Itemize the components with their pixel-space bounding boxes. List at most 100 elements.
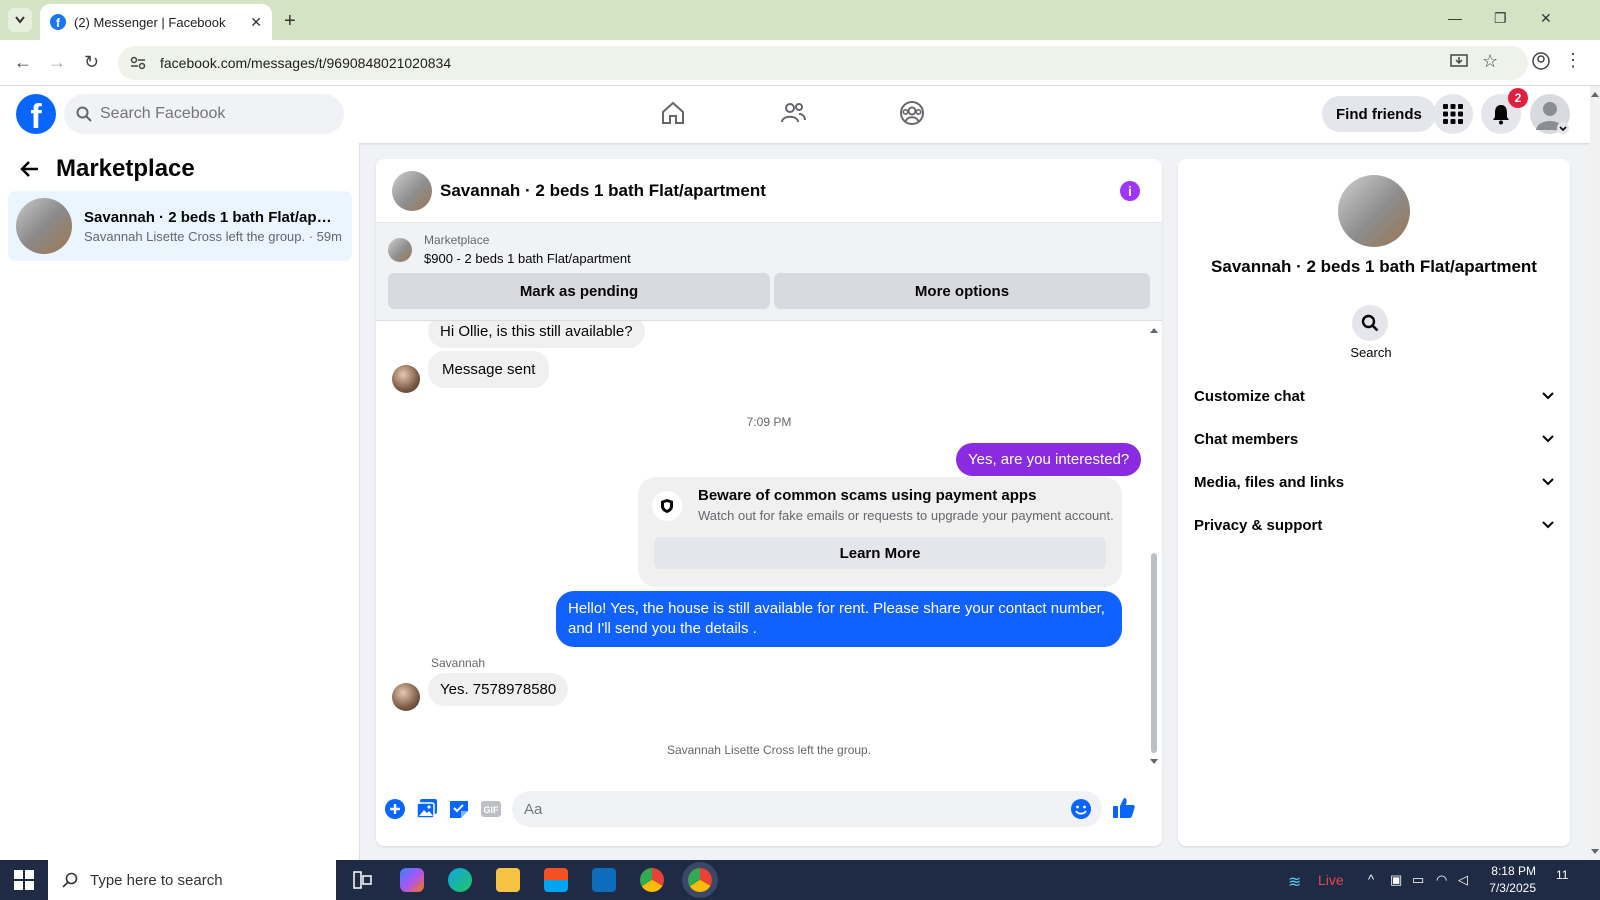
- facebook-logo[interactable]: f: [16, 94, 56, 134]
- details-avatar[interactable]: [1338, 175, 1410, 247]
- install-app-icon[interactable]: [1450, 54, 1468, 70]
- chat-title[interactable]: Savannah · 2 beds 1 bath Flat/apartment: [440, 181, 766, 201]
- message-input[interactable]: [524, 800, 1044, 818]
- groups-icon[interactable]: [899, 100, 925, 126]
- photo-icon[interactable]: [416, 798, 438, 820]
- search-label: Search: [1350, 345, 1392, 360]
- browser-toolbar: ← → ↻ facebook.com/messages/t/9690848021…: [0, 40, 1600, 86]
- notification-center-icon[interactable]: 11: [1556, 868, 1568, 882]
- edge-browser-icon[interactable]: [448, 868, 472, 892]
- add-plus-icon[interactable]: [384, 798, 406, 820]
- reload-icon[interactable]: ↻: [84, 52, 99, 73]
- listing-title[interactable]: $900 - 2 beds 1 bath Flat/apartment: [424, 251, 631, 266]
- facebook-favicon-icon: f: [50, 14, 66, 30]
- privacy-support-section[interactable]: Privacy & support: [1194, 507, 1554, 543]
- search-in-chat-button[interactable]: [1352, 305, 1388, 341]
- more-options-button[interactable]: More options: [774, 273, 1150, 309]
- message-bubble: Hello! Yes, the house is still available…: [556, 591, 1122, 647]
- bookmark-star-icon[interactable]: ☆: [1482, 51, 1498, 72]
- info-icon[interactable]: i: [1120, 181, 1140, 201]
- sender-name: Savannah: [431, 656, 486, 670]
- chat-details-panel: Savannah · 2 beds 1 bath Flat/apartment …: [1178, 159, 1570, 846]
- scroll-up-icon[interactable]: [1590, 90, 1600, 98]
- show-hidden-icons[interactable]: ^: [1368, 872, 1374, 887]
- copilot-icon[interactable]: [400, 868, 424, 892]
- find-friends-button[interactable]: Find friends: [1322, 96, 1436, 132]
- meet-icon[interactable]: ▣: [1390, 872, 1402, 888]
- facebook-header: f Find friends 2: [0, 86, 1590, 143]
- menu-grid-icon[interactable]: [1433, 94, 1473, 134]
- taskbar-search[interactable]: Type here to search: [48, 860, 336, 900]
- search-icon: [1361, 314, 1379, 332]
- windows-taskbar: Type here to search ≋ Live ^ ▣ ▭ ◠ ◁ 8:1…: [0, 860, 1600, 900]
- chevron-down-icon: [1542, 392, 1554, 400]
- sender-avatar[interactable]: [392, 683, 420, 711]
- friends-icon[interactable]: [780, 100, 806, 126]
- gif-icon[interactable]: GIF: [480, 798, 502, 820]
- media-files-links-section[interactable]: Media, files and links: [1194, 464, 1554, 500]
- forward-icon[interactable]: →: [48, 52, 66, 73]
- scroll-down-icon[interactable]: [1590, 848, 1600, 856]
- learn-more-button[interactable]: Learn More: [654, 537, 1106, 569]
- message-bubble: Yes. 7578978580: [428, 673, 569, 706]
- chrome-profile-icon[interactable]: [688, 868, 712, 892]
- profile-icon[interactable]: [1532, 52, 1550, 70]
- system-clock[interactable]: 8:18 PM 7/3/2025: [1468, 863, 1536, 897]
- sender-avatar[interactable]: [392, 365, 420, 393]
- battery-icon[interactable]: ▭: [1412, 872, 1424, 888]
- customize-chat-section[interactable]: Customize chat: [1194, 378, 1554, 414]
- thumbs-up-icon[interactable]: [1112, 796, 1136, 820]
- listing-avatar: [16, 198, 72, 254]
- clock-time: 8:18 PM: [1491, 864, 1536, 878]
- shield-icon: [652, 491, 682, 521]
- back-arrow-icon[interactable]: [20, 160, 40, 178]
- live-label[interactable]: Live: [1318, 872, 1344, 888]
- chat-members-section[interactable]: Chat members: [1194, 421, 1554, 457]
- chevron-down-icon: [15, 16, 25, 24]
- windows-start-icon[interactable]: [14, 870, 34, 890]
- tab-search-button[interactable]: [8, 8, 32, 32]
- emoji-icon[interactable]: [1070, 798, 1092, 820]
- chrome-icon[interactable]: [640, 868, 664, 892]
- close-tab-icon[interactable]: ✕: [250, 14, 262, 31]
- outlook-icon[interactable]: [592, 868, 616, 892]
- conversation-name: Savannah · 2 beds 1 bath Flat/apar...: [84, 208, 334, 226]
- scroll-up-icon[interactable]: [1150, 327, 1158, 333]
- mark-as-pending-button[interactable]: Mark as pending: [388, 273, 770, 309]
- home-icon[interactable]: [660, 100, 686, 126]
- close-window-icon[interactable]: ✕: [1540, 10, 1552, 27]
- wifi-icon[interactable]: ◠: [1436, 872, 1447, 888]
- back-icon[interactable]: ←: [14, 52, 32, 73]
- chat-header: Savannah · 2 beds 1 bath Flat/apartment …: [376, 159, 1162, 223]
- site-settings-icon[interactable]: [130, 55, 146, 71]
- facebook-search[interactable]: [64, 94, 344, 134]
- conversation-item[interactable]: Savannah · 2 beds 1 bath Flat/apar... Sa…: [8, 191, 352, 261]
- restore-icon[interactable]: ❐: [1494, 10, 1507, 27]
- chevron-down-icon: [1542, 435, 1554, 443]
- file-explorer-icon[interactable]: [496, 868, 520, 892]
- browser-menu-icon[interactable]: ⋮: [1564, 50, 1582, 71]
- account-avatar[interactable]: [1530, 94, 1570, 134]
- task-view-icon[interactable]: [352, 870, 376, 894]
- tab-title: (2) Messenger | Facebook: [74, 14, 226, 30]
- address-bar[interactable]: facebook.com/messages/t/9690848021020834: [118, 46, 1528, 80]
- taskbar-search-placeholder: Type here to search: [90, 871, 223, 889]
- sidebar-header: Marketplace: [20, 155, 195, 183]
- section-label: Privacy & support: [1194, 516, 1323, 534]
- message-scrollbar[interactable]: [1150, 327, 1158, 765]
- weather-icon[interactable]: ≋: [1288, 872, 1301, 892]
- microsoft-store-icon[interactable]: [544, 868, 568, 892]
- minimize-icon[interactable]: —: [1448, 10, 1462, 26]
- chat-avatar[interactable]: [392, 170, 432, 211]
- volume-icon[interactable]: ◁: [1458, 872, 1468, 888]
- scrollbar-thumb[interactable]: [1151, 553, 1157, 753]
- marketplace-label: Marketplace: [424, 233, 490, 247]
- scroll-down-icon[interactable]: [1150, 759, 1158, 765]
- message-input-box[interactable]: [512, 791, 1102, 827]
- sticker-icon[interactable]: [448, 798, 470, 820]
- message-bubble: Hi Ollie, is this still available?: [428, 321, 645, 348]
- facebook-search-input[interactable]: [100, 105, 320, 123]
- browser-tab[interactable]: f (2) Messenger | Facebook ✕: [40, 4, 272, 40]
- new-tab-button[interactable]: +: [284, 10, 296, 33]
- page-scrollbar[interactable]: [1590, 86, 1600, 860]
